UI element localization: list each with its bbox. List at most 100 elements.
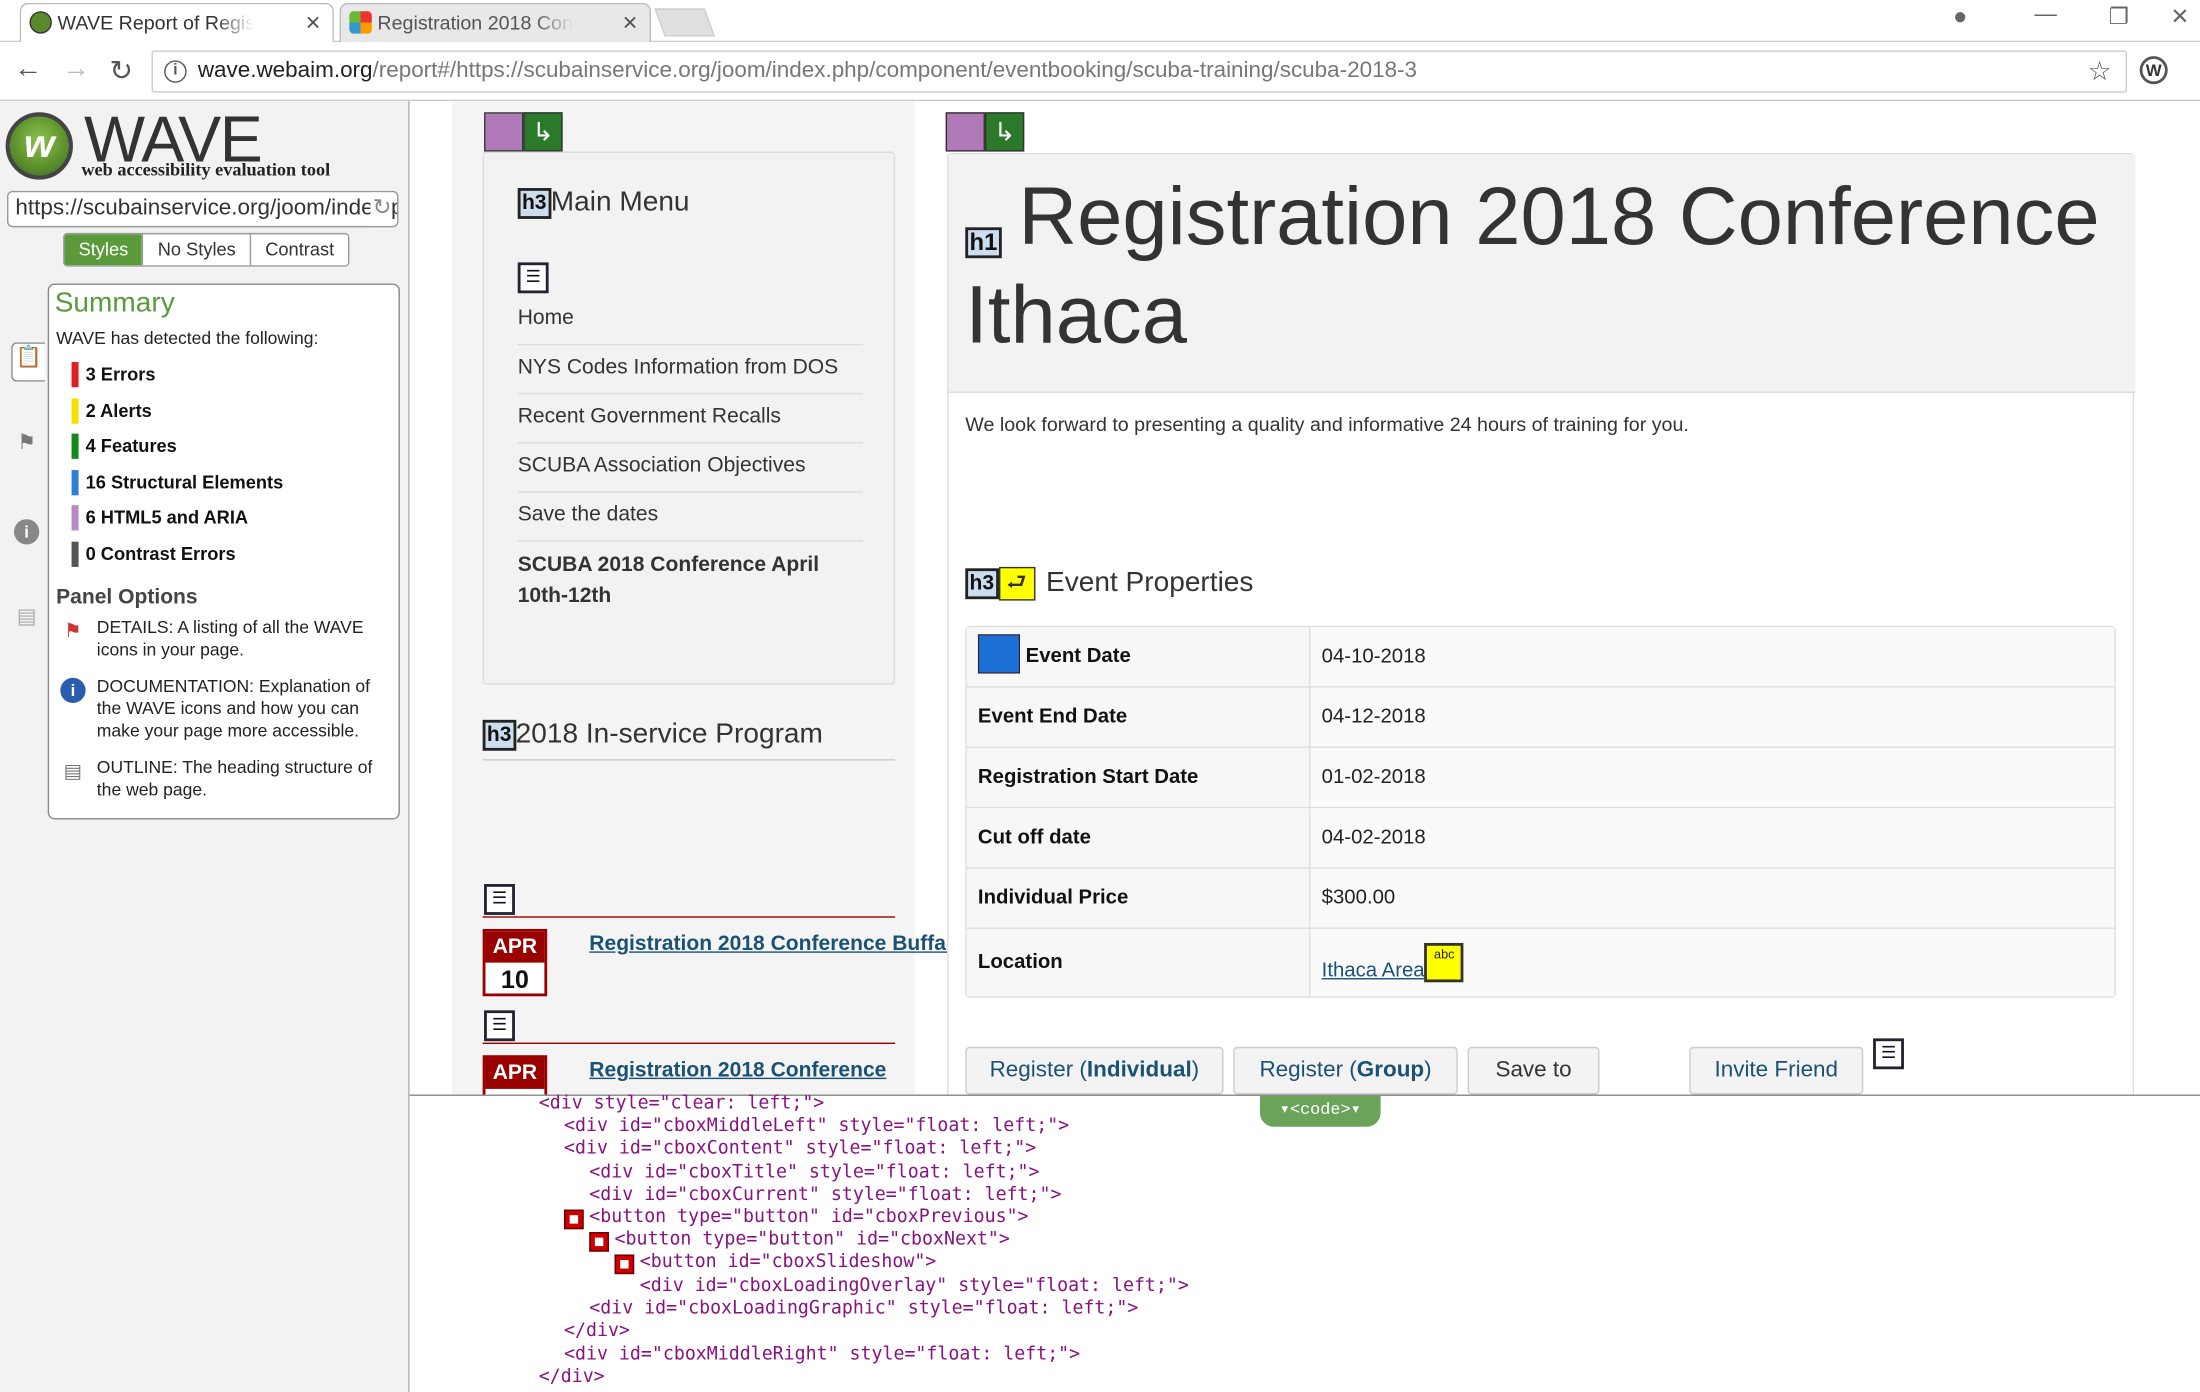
contrast-button[interactable]: Contrast	[249, 234, 349, 266]
close-window-icon[interactable]: ✕	[2171, 3, 2190, 31]
event-date-badge: APR 10	[482, 928, 548, 997]
intro-text: We look forward to presenting a quality …	[965, 412, 1689, 436]
menu-item-conference-active[interactable]: SCUBA 2018 Conference April 10th-12th	[518, 542, 863, 623]
h3-badge-icon[interactable]: h3	[517, 187, 551, 219]
code-toggle-tab[interactable]: ▾<code>▾	[1259, 1095, 1381, 1127]
code-line: <div id="cboxLoadingGraphic" style="floa…	[589, 1297, 1139, 1320]
tab-wave-report[interactable]: WAVE Report of Registrat ✕	[19, 2, 334, 43]
reload-icon[interactable]: ↻	[109, 53, 133, 88]
panel-options-title: Panel Options	[56, 585, 198, 610]
code-line: <button id="cboxSlideshow">	[639, 1251, 937, 1273]
summary-tab-clipboard-icon[interactable]: 📋	[11, 342, 45, 382]
code-line: <div id="cboxContent" style="float: left…	[564, 1138, 1037, 1160]
errors-count[interactable]: 3 Errors	[71, 362, 156, 388]
register-individual-button[interactable]: Register (Individual)	[965, 1046, 1224, 1095]
property-key: Cut off date	[966, 808, 1311, 869]
flag-icon: ⚑	[64, 618, 82, 642]
alerts-count[interactable]: 2 Alerts	[71, 398, 152, 424]
back-icon[interactable]: ←	[14, 53, 42, 85]
menu-item-scuba-objectives[interactable]: SCUBA Association Objectives	[517, 443, 863, 493]
error-icon[interactable]	[614, 1254, 635, 1275]
documentation-tab-info-icon[interactable]: i	[14, 519, 40, 545]
menu-item-save-dates[interactable]: Save the dates	[517, 493, 863, 542]
menu-item-recalls[interactable]: Recent Government Recalls	[517, 394, 863, 444]
tab-label: Registration 2018 Confer	[377, 11, 573, 34]
property-value: 04-10-2018	[1310, 627, 2115, 688]
invite-friend-button[interactable]: Invite Friend	[1689, 1046, 1864, 1095]
property-value: Ithaca Areaabc	[1310, 928, 2115, 997]
profile-icon[interactable]: ●	[1953, 3, 1967, 31]
save-to-button[interactable]: Save to	[1467, 1046, 1600, 1095]
site-info-icon[interactable]: i	[164, 60, 187, 83]
h3-badge-icon[interactable]: h3	[482, 719, 516, 751]
contrast-errors-count[interactable]: 0 Contrast Errors	[71, 541, 236, 567]
h3-badge-icon[interactable]: h3	[965, 568, 999, 600]
table-row: Event Date 04-10-2018	[966, 627, 2115, 688]
styles-button[interactable]: Styles	[64, 234, 143, 266]
minimize-icon[interactable]: —	[2034, 3, 2056, 28]
code-line: </div>	[538, 1366, 605, 1388]
forward-icon[interactable]: →	[62, 53, 90, 85]
close-tab-icon[interactable]: ✕	[622, 4, 638, 40]
structural-elements-count[interactable]: 16 Structural Elements	[71, 470, 283, 496]
wave-extension-icon[interactable]: W	[2139, 56, 2168, 85]
wave-url-input[interactable]: https://scubainservice.org/joom/index.ph…	[7, 190, 399, 228]
joomla-favicon-icon	[349, 11, 372, 34]
features-count[interactable]: 4 Features	[71, 433, 177, 459]
main-menu-panel: h3 Main Menu ☰ Home NYS Codes Information…	[482, 151, 896, 685]
restore-icon[interactable]: ❐	[2109, 3, 2129, 31]
error-icon[interactable]	[589, 1232, 609, 1252]
error-icon[interactable]	[564, 1209, 584, 1230]
option-outline[interactable]: ▤ OUTLINE: The heading structure of the …	[64, 756, 392, 801]
table-row: Registration Start Date 01-02-2018	[966, 747, 2115, 809]
abc-contrast-icon[interactable]: abc	[1424, 942, 1464, 983]
code-line: <button type="button" id="cboxNext">	[614, 1229, 1010, 1251]
code-panel: ▾<code>▾ <div style="clear: left;"> <div…	[409, 1093, 2200, 1392]
html5-aria-count[interactable]: 6 HTML5 and ARIA	[71, 505, 248, 531]
register-group-button[interactable]: Register (Group)	[1233, 1046, 1458, 1095]
new-tab-button[interactable]	[654, 8, 716, 37]
wave-logo-subtitle: web accessibility evaluation tool	[81, 158, 331, 180]
tab-strip: WAVE Report of Registrat ✕ Registration …	[0, 0, 2200, 43]
table-header-icon[interactable]	[977, 634, 1021, 674]
list-icon[interactable]: ☰	[1873, 1038, 1904, 1070]
location-link[interactable]: Ithaca Area	[1322, 960, 1425, 982]
chevron-down-icon: ▾	[1350, 1100, 1361, 1120]
list-icon[interactable]: ☰	[484, 1010, 515, 1042]
list-icon[interactable]: ☰	[484, 884, 515, 915]
option-documentation[interactable]: i DOCUMENTATION: Explanation of the WAVE…	[60, 675, 392, 742]
aria-region-icon[interactable]	[945, 112, 985, 152]
url-text: wave.webaim.org/report#/https://scubains…	[197, 58, 1418, 83]
main-menu-heading: h3 Main Menu	[517, 187, 690, 219]
wave-favicon-icon	[29, 11, 52, 34]
h1-badge-icon[interactable]: h1	[965, 226, 1002, 258]
tab-registration[interactable]: Registration 2018 Confer ✕	[339, 2, 652, 43]
outline-icon: ▤	[63, 759, 83, 782]
table-row: Cut off date 04-02-2018	[966, 808, 2115, 869]
skip-link-icon[interactable]: ↳	[984, 112, 1025, 152]
property-value: 01-02-2018	[1310, 747, 2115, 809]
aria-region-icon[interactable]	[484, 112, 524, 152]
event-link-2[interactable]: Registration 2018 Conference	[589, 1055, 898, 1086]
property-key: Location	[966, 928, 1311, 997]
skip-link-icon[interactable]: ↳	[523, 112, 563, 152]
outline-tab-icon[interactable]: ▤	[14, 603, 39, 629]
table-row: Event End Date 04-12-2018	[966, 687, 2115, 748]
bookmark-star-icon[interactable]: ☆	[2088, 56, 2112, 88]
close-tab-icon[interactable]: ✕	[305, 4, 321, 40]
no-styles-button[interactable]: No Styles	[142, 234, 250, 266]
style-toggle-group: Styles No Styles Contrast	[63, 232, 350, 267]
menu-item-home[interactable]: Home	[517, 296, 863, 346]
option-details[interactable]: ⚑ DETAILS: A listing of all the WAVE ico…	[64, 616, 392, 661]
wave-sidebar: w WAVE web accessibility evaluation tool…	[0, 101, 410, 1392]
refresh-icon[interactable]: ↻	[369, 192, 392, 226]
property-key: Individual Price	[966, 868, 1311, 929]
event-properties-table: Event Date 04-10-2018 Event End Date 04-…	[965, 625, 2116, 998]
details-tab-flag-icon[interactable]: ⚑	[14, 429, 39, 455]
list-icon[interactable]: ☰	[517, 262, 549, 294]
address-bar[interactable]: i wave.webaim.org/report#/https://scubai…	[151, 50, 2128, 93]
event-link-buffalo[interactable]: Registration 2018 Conference Buffalo	[589, 929, 964, 960]
menu-item-nys-codes[interactable]: NYS Codes Information from DOS	[517, 345, 863, 395]
summary-title: Summary	[54, 287, 175, 319]
redundant-link-alert-icon[interactable]: ⮐	[998, 566, 1035, 601]
